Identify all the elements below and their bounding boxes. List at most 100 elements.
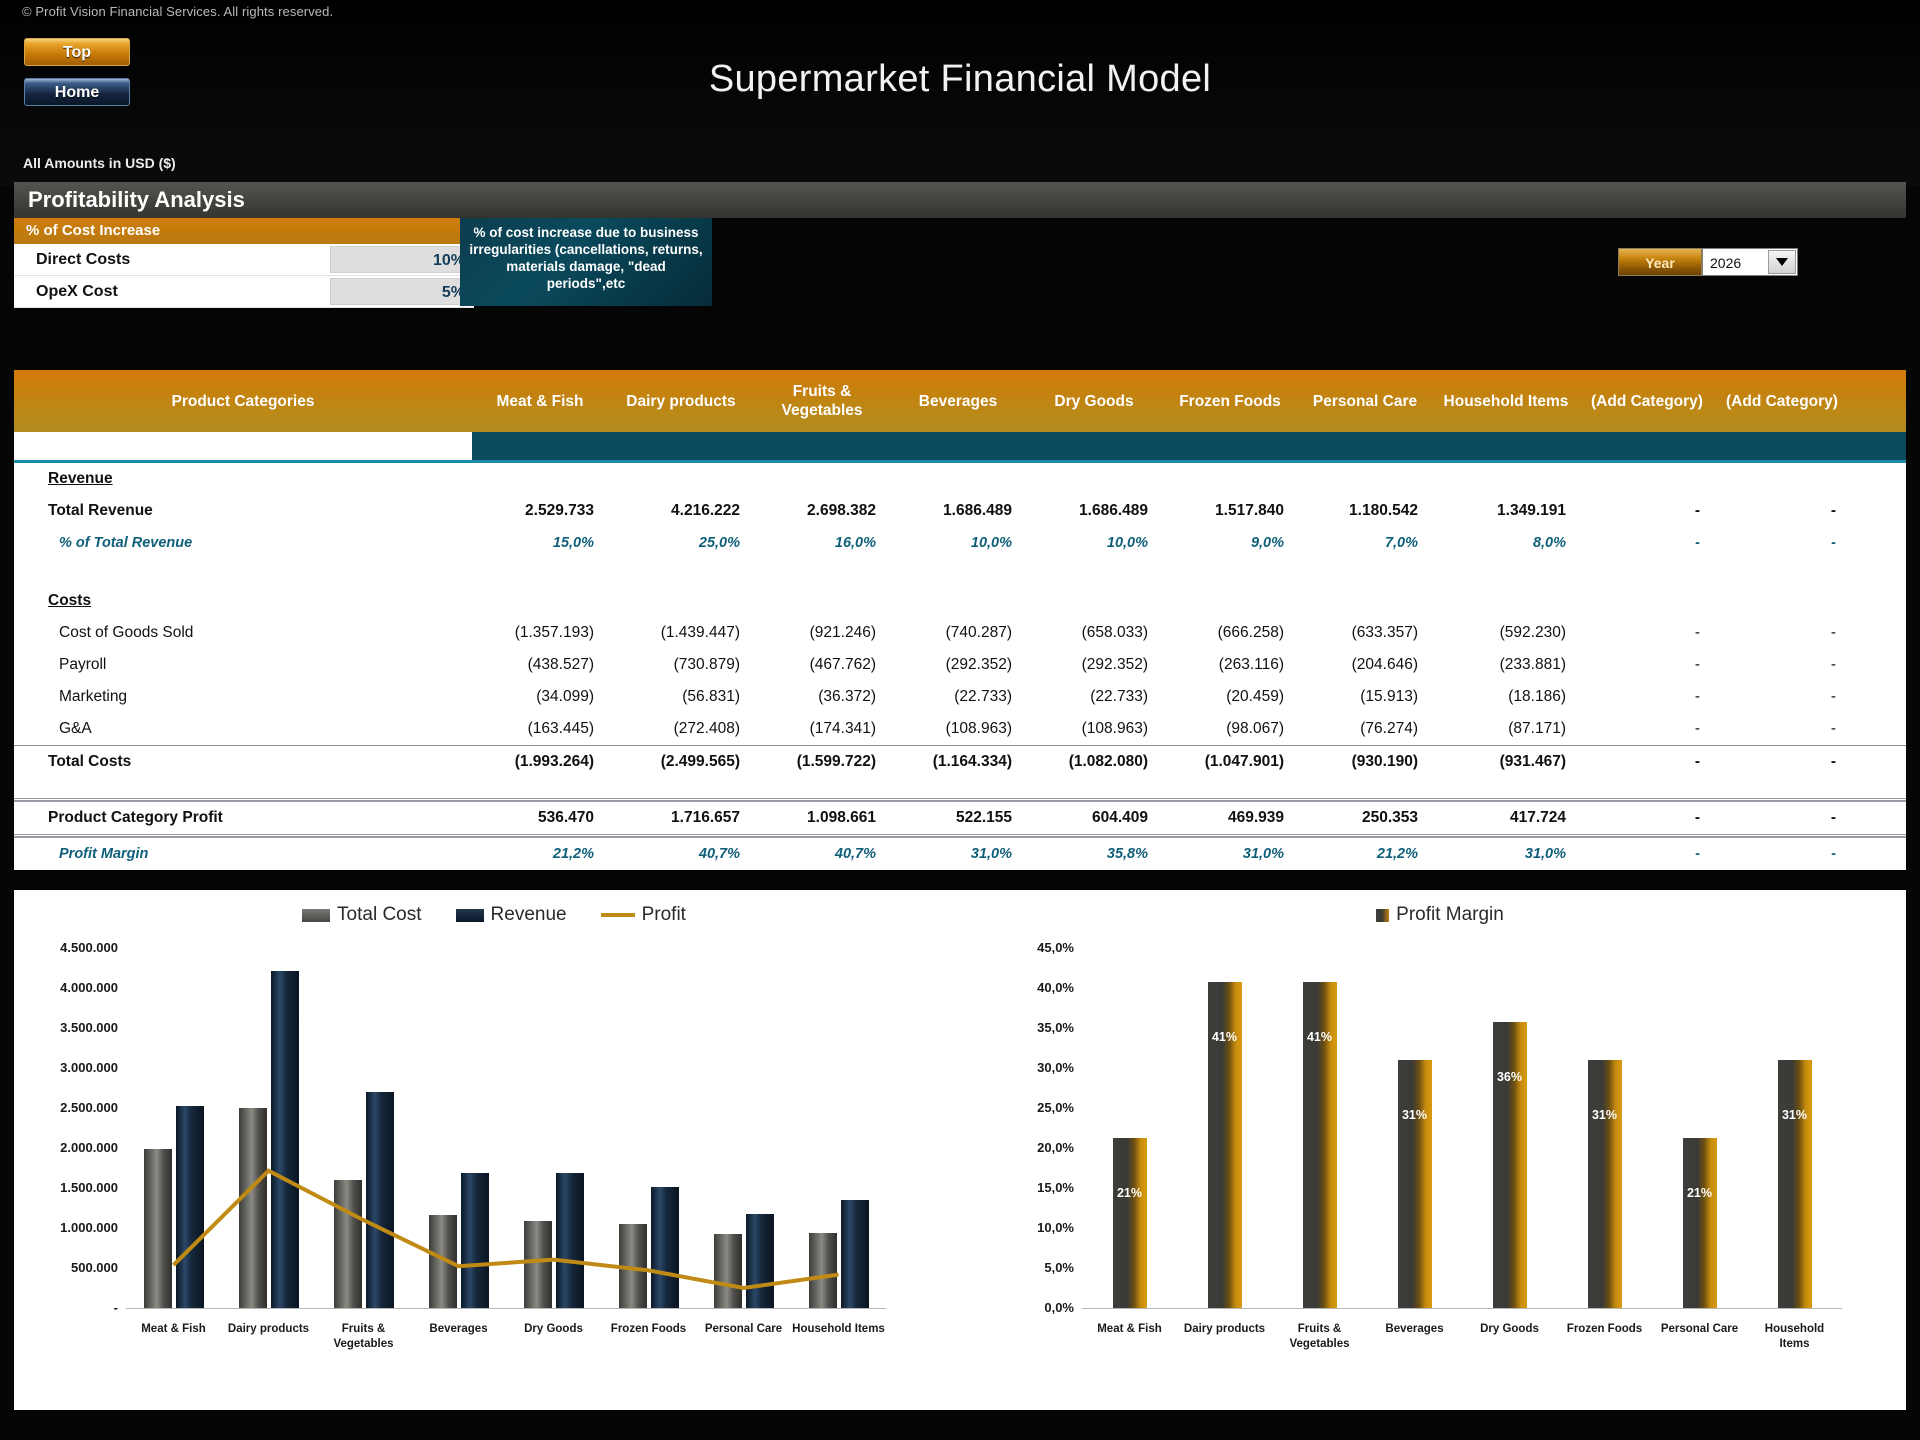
product-category-profit-row-value: 604.409 [1091, 809, 1148, 826]
ga-row-value: (163.445) [527, 720, 594, 737]
column-header-add-category[interactable]: (Add Category) [1580, 370, 1714, 432]
y-axis-tick: 4.500.000 [60, 940, 118, 955]
profit-margin-row-value: 31,0% [970, 846, 1012, 862]
direct-costs-label: Direct Costs [36, 250, 131, 268]
left-plot-area: - 500.000 1.000.000 1.500.000 2.000.000 2.500… [14, 890, 974, 1410]
total-revenue-row-value: 1.517.840 [1215, 502, 1284, 519]
total-revenue-row-value: - [1694, 502, 1700, 519]
x-axis-tick: Meat & Fish [141, 1323, 206, 1335]
direct-costs-input[interactable]: 10% [330, 246, 474, 273]
revenue-bar[interactable] [270, 970, 299, 1308]
column-header-personal-care[interactable]: Personal Care [1298, 370, 1432, 432]
marketing-row-value: - [1830, 688, 1836, 705]
x-axis-tick: Personal Care [704, 1323, 783, 1335]
total-costs-row-value: (1.164.334) [932, 753, 1012, 770]
profit-margin-row-label: Profit Margin [59, 846, 149, 862]
total-cost-bar[interactable] [428, 1214, 457, 1308]
chevron-down-icon[interactable] [1768, 250, 1796, 274]
total-costs-row: Total Costs (1.993.264) (2.499.565) (1.599.… [14, 746, 1906, 778]
column-header-beverages[interactable]: Beverages [890, 370, 1026, 432]
column-header-dry-goods[interactable]: Dry Goods [1026, 370, 1162, 432]
column-header-household-items[interactable]: Household Items [1432, 370, 1580, 432]
profit-margin-row-value: - [1695, 846, 1700, 862]
profit-margin-row-value: 35,8% [1106, 846, 1148, 862]
marketing-row-value: (56.831) [682, 688, 740, 705]
opex-cost-input[interactable]: 5% [330, 278, 474, 305]
year-value-field[interactable]: 2026 [1702, 248, 1798, 276]
bar-data-label: 31% [1591, 1108, 1618, 1122]
column-header-add-category[interactable]: (Add Category) [1714, 370, 1850, 432]
total-costs-row-value: - [1694, 753, 1700, 770]
bar-data-label: 31% [1781, 1108, 1808, 1122]
revenue-bar[interactable] [460, 1173, 489, 1308]
cogs-row-value: (658.033) [1081, 624, 1148, 641]
pct-total-revenue-row-value: 25,0% [698, 535, 740, 551]
page-title: Supermarket Financial Model [708, 58, 1212, 100]
financial-model-page: © Profit Vision Financial Services. All … [0, 0, 1920, 1440]
row-spacer [14, 778, 1906, 798]
ga-row-value: (174.341) [809, 720, 876, 737]
marketing-row-value: (15.913) [1360, 688, 1418, 705]
column-header-meat-fish[interactable]: Meat & Fish [472, 370, 608, 432]
y-axis-tick: 20,0% [1037, 1140, 1074, 1155]
column-header-dairy-products[interactable]: Dairy products [608, 370, 754, 432]
revenue-bar[interactable] [745, 1213, 774, 1308]
bar-data-label: 21% [1686, 1186, 1713, 1201]
profit-margin-bar[interactable] [1112, 1138, 1147, 1308]
section-title: Profitability Analysis [14, 182, 1906, 218]
profit-margin-bar[interactable] [1397, 1060, 1432, 1308]
profit-margin-bar[interactable] [1492, 1021, 1527, 1308]
cogs-row-value: (666.258) [1217, 624, 1284, 641]
total-revenue-row: Total Revenue 2.529.733 4.216.222 2.698.382… [14, 495, 1906, 527]
revenue-bar[interactable] [175, 1105, 204, 1308]
revenue-bar[interactable] [840, 1200, 869, 1308]
revenue-bar[interactable] [650, 1186, 679, 1308]
total-revenue-row-label: Total Revenue [48, 502, 153, 519]
revenue-bar[interactable] [555, 1173, 584, 1308]
revenue-cost-profit-chart: Total Cost Revenue Profit -500.000 1.000.… [14, 890, 974, 1410]
profit-margin-row-value: 21,2% [1376, 846, 1418, 862]
payroll-row-value: (730.879) [673, 656, 740, 673]
profit-margin-bar[interactable] [1682, 1138, 1717, 1308]
total-cost-bar[interactable] [523, 1221, 552, 1308]
year-label-button[interactable]: Year [1618, 248, 1702, 276]
profit-margin-row-value: 40,7% [698, 846, 740, 862]
ga-row-value: (87.171) [1508, 720, 1566, 737]
column-header-fruits-vegetables[interactable]: Fruits & Vegetables [754, 370, 890, 432]
total-cost-bar[interactable] [238, 1108, 267, 1308]
product-category-profit-row-value: 250.353 [1361, 809, 1418, 826]
marketing-row: Marketing (34.099) (56.831) (36.372) (22.733… [14, 681, 1906, 713]
cogs-row-value: - [1830, 624, 1836, 641]
pct-total-revenue-row-value: 7,0% [1384, 535, 1418, 551]
total-costs-row-value: (1.047.901) [1204, 753, 1284, 770]
year-selector[interactable]: Year 2026 [1618, 248, 1798, 276]
marketing-row-value: (18.186) [1508, 688, 1566, 705]
cogs-row-value: - [1694, 624, 1700, 641]
total-cost-bar[interactable] [618, 1224, 647, 1308]
x-axis-tick: Dairy products [227, 1323, 310, 1335]
x-axis-tick: Beverages [429, 1323, 488, 1335]
ga-row-value: - [1694, 720, 1700, 737]
marketing-row-value: (20.459) [1226, 688, 1284, 705]
total-cost-bar[interactable] [333, 1180, 362, 1308]
pct-total-revenue-row: % of Total Revenue 15,0% 25,0% 16,0% 10,0% 10… [14, 527, 1906, 559]
column-header-frozen-foods[interactable]: Frozen Foods [1162, 370, 1298, 432]
profit-margin-bar[interactable] [1587, 1060, 1622, 1308]
cogs-row-value: (1.439.447) [660, 624, 740, 641]
total-revenue-row-value: 1.686.489 [943, 502, 1012, 519]
total-costs-row-value: (1.993.264) [514, 753, 594, 770]
revenue-bar[interactable] [365, 1092, 394, 1308]
total-cost-bar[interactable] [808, 1233, 837, 1308]
profit-margin-bar[interactable] [1777, 1060, 1812, 1308]
profit-margin-row-value: 31,0% [1524, 846, 1566, 862]
cost-increase-title: % of Cost Increase [14, 218, 474, 244]
total-costs-row-value: (1.599.722) [796, 753, 876, 770]
y-axis-tick: 2.500.000 [60, 1100, 118, 1115]
pct-total-revenue-row-value: 10,0% [1106, 535, 1148, 551]
total-revenue-row-value: - [1830, 502, 1836, 519]
marketing-row-value: (22.733) [1090, 688, 1148, 705]
total-cost-bar[interactable] [713, 1233, 742, 1308]
marketing-row-value: (36.372) [818, 688, 876, 705]
x-axis-tick: Meat & Fish [1097, 1323, 1162, 1335]
total-cost-bar[interactable] [143, 1148, 172, 1308]
